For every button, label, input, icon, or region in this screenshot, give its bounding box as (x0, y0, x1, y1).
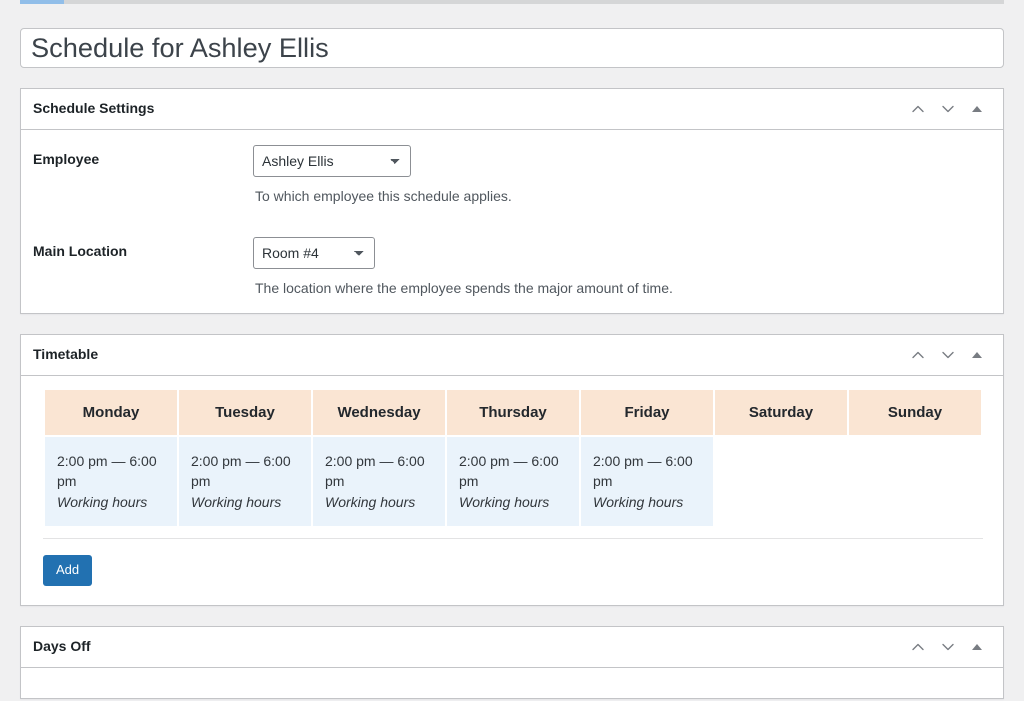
triangle-up-icon (972, 352, 982, 359)
timetable-body: Monday Tuesday Wednesday Thursday Friday… (21, 376, 1003, 605)
add-timetable-slot-button[interactable]: Add (43, 555, 93, 586)
timetable-slot-row: 2:00 pm — 6:00 pm Working hours 2:00 pm … (45, 437, 981, 527)
main-location-field-description: The location where the employee spends t… (255, 279, 673, 296)
slot-time: 2:00 pm — 6:00 pm (459, 453, 559, 490)
move-down-button[interactable] (933, 92, 963, 126)
timetable-grid: Monday Tuesday Wednesday Thursday Friday… (43, 388, 983, 528)
move-up-button[interactable] (903, 338, 933, 372)
day-header-saturday: Saturday (715, 390, 847, 436)
panel-handle-actions (903, 92, 991, 126)
slot-label: Working hours (57, 493, 148, 510)
schedule-settings-body: Employee Ashley Ellis To which employee … (21, 130, 1003, 313)
schedule-settings-title: Schedule Settings (33, 100, 155, 117)
slot-label: Working hours (191, 493, 282, 510)
slot-monday[interactable]: 2:00 pm — 6:00 pm Working hours (45, 437, 177, 526)
title-section (20, 0, 1004, 68)
timetable-cell-sunday[interactable] (849, 437, 981, 527)
toggle-panel-button[interactable] (963, 338, 991, 372)
days-off-body (21, 668, 1003, 699)
timetable-cell-tuesday[interactable]: 2:00 pm — 6:00 pm Working hours (179, 437, 311, 527)
timetable-header: Timetable (21, 335, 1003, 377)
timetable-cell-monday[interactable]: 2:00 pm — 6:00 pm Working hours (45, 437, 177, 527)
field-row-employee: Employee Ashley Ellis To which employee … (21, 130, 1003, 222)
timetable-actions: Add (43, 539, 983, 586)
move-down-button[interactable] (933, 338, 963, 372)
employee-field-cell: Ashley Ellis To which employee this sche… (243, 130, 1003, 222)
page-top-bar-sliver (64, 0, 1004, 4)
move-up-button[interactable] (903, 92, 933, 126)
slot-time: 2:00 pm — 6:00 pm (191, 453, 291, 490)
slot-tuesday[interactable]: 2:00 pm — 6:00 pm Working hours (179, 437, 311, 526)
move-down-button[interactable] (933, 630, 963, 664)
chevron-up-icon (910, 347, 926, 363)
day-header-wednesday: Wednesday (313, 390, 445, 436)
slot-label: Working hours (593, 493, 684, 510)
timetable-panel: Timetable Monday Tuesday Wednesday Thurs… (20, 334, 1004, 607)
employee-select[interactable]: Ashley Ellis (253, 145, 411, 177)
toggle-panel-button[interactable] (963, 92, 991, 126)
schedule-settings-header: Schedule Settings (21, 89, 1003, 130)
chevron-down-icon (940, 101, 956, 117)
field-row-main-location: Main Location Room #4 The location where… (21, 222, 1003, 314)
days-off-title: Days Off (33, 638, 91, 655)
days-off-panel: Days Off (20, 626, 1004, 700)
chevron-down-icon (940, 347, 956, 363)
slot-time: 2:00 pm — 6:00 pm (593, 453, 693, 490)
page-top-sliver (20, 0, 64, 4)
timetable-cell-wednesday[interactable]: 2:00 pm — 6:00 pm Working hours (313, 437, 445, 527)
schedule-editor-page: Schedule Settings (0, 0, 1024, 701)
chevron-up-icon (910, 639, 926, 655)
toggle-panel-button[interactable] (963, 630, 991, 664)
day-header-friday: Friday (581, 390, 713, 436)
triangle-up-icon (972, 644, 982, 651)
slot-friday[interactable]: 2:00 pm — 6:00 pm Working hours (581, 437, 713, 526)
slot-label: Working hours (325, 493, 416, 510)
timetable-cell-friday[interactable]: 2:00 pm — 6:00 pm Working hours (581, 437, 713, 527)
settings-form-table: Employee Ashley Ellis To which employee … (21, 130, 1003, 313)
move-up-button[interactable] (903, 630, 933, 664)
schedule-settings-panel: Schedule Settings Employee Ashley Ellis … (20, 88, 1004, 315)
timetable-title: Timetable (33, 346, 99, 363)
employee-field-label: Employee (33, 151, 100, 167)
days-off-header: Days Off (21, 627, 1003, 669)
slot-time: 2:00 pm — 6:00 pm (57, 453, 157, 490)
day-header-monday: Monday (45, 390, 177, 436)
timetable-cell-thursday[interactable]: 2:00 pm — 6:00 pm Working hours (447, 437, 579, 527)
chevron-up-icon (910, 101, 926, 117)
panel-handle-actions (903, 630, 991, 664)
slot-label: Working hours (459, 493, 550, 510)
slot-thursday[interactable]: 2:00 pm — 6:00 pm Working hours (447, 437, 579, 526)
main-location-field-cell: Room #4 The location where the employee … (243, 222, 1003, 314)
day-header-sunday: Sunday (849, 390, 981, 436)
chevron-down-icon (940, 639, 956, 655)
main-location-field-label: Main Location (33, 242, 128, 259)
schedule-title-input[interactable] (20, 28, 1004, 68)
timetable-header-row: Monday Tuesday Wednesday Thursday Friday… (45, 390, 981, 436)
slot-time: 2:00 pm — 6:00 pm (325, 453, 425, 490)
slot-wednesday[interactable]: 2:00 pm — 6:00 pm Working hours (313, 437, 445, 526)
triangle-up-icon (972, 106, 982, 112)
employee-field-description: To which employee this schedule applies. (255, 188, 512, 204)
day-header-tuesday: Tuesday (179, 390, 311, 436)
day-header-thursday: Thursday (447, 390, 579, 436)
timetable-cell-saturday[interactable] (715, 437, 847, 527)
panel-handle-actions (903, 338, 991, 372)
main-location-select[interactable]: Room #4 (253, 236, 375, 269)
